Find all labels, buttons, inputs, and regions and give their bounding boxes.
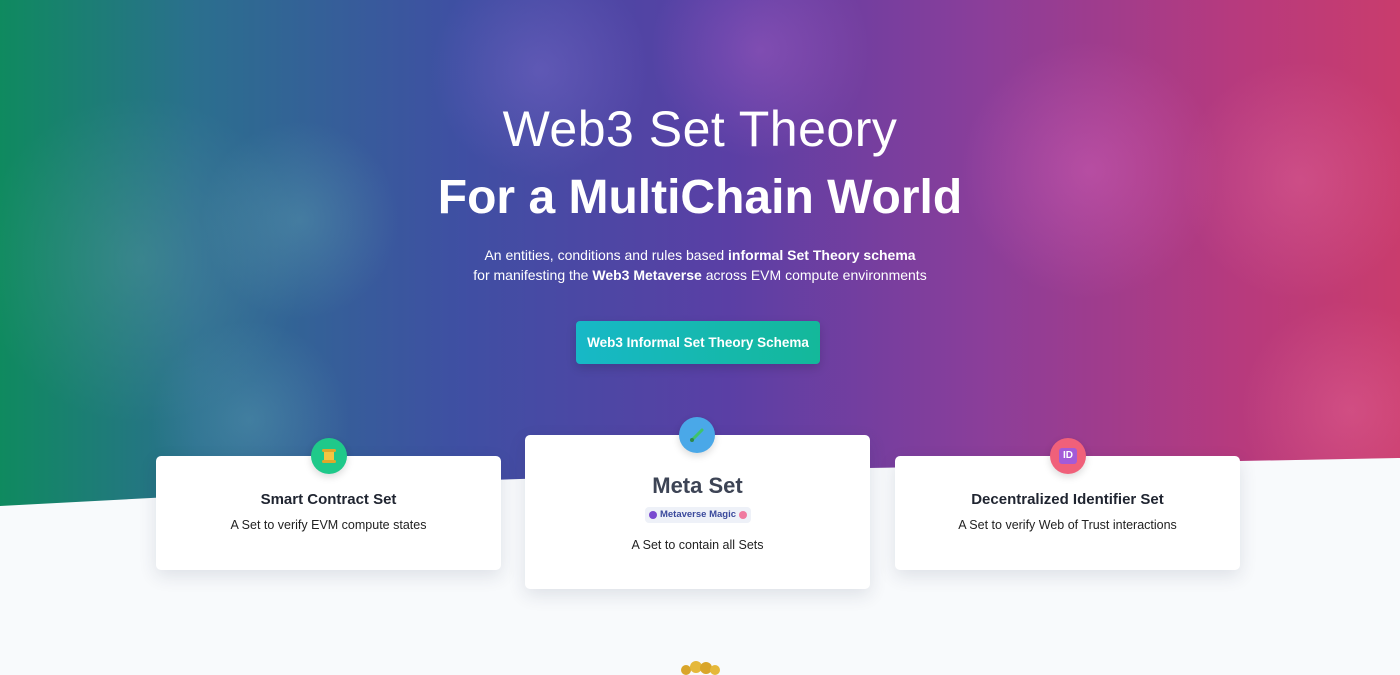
meta-set-card[interactable]: Meta Set Metaverse Magic A Set to contai… — [525, 417, 870, 589]
hero-title: Web3 Set Theory — [502, 101, 898, 157]
schema-button[interactable]: Web3 Informal Set Theory Schema — [576, 321, 820, 364]
crown-logo-icon — [681, 661, 720, 675]
smart-contract-set-card[interactable]: Smart Contract Set A Set to verify EVM c… — [156, 438, 501, 570]
card-description: A Set to verify EVM compute states — [230, 518, 427, 532]
scroll-icon — [311, 438, 347, 474]
brain-icon — [739, 511, 748, 519]
card-description: A Set to verify Web of Trust interaction… — [958, 518, 1177, 532]
badge-label: Metaverse Magic — [659, 509, 737, 520]
decentralized-identifier-set-card[interactable]: ID Decentralized Identifier Set A Set to… — [895, 438, 1240, 570]
hero-description: An entities, conditions and rules based … — [473, 247, 927, 283]
card-title: Smart Contract Set — [260, 491, 397, 508]
crystal-ball-icon — [648, 511, 657, 519]
id-icon: ID — [1050, 438, 1086, 474]
hero-subtitle: For a MultiChain World — [437, 171, 963, 224]
brush-icon — [679, 417, 715, 453]
metaverse-magic-badge: Metaverse Magic — [645, 507, 751, 523]
card-title: Meta Set — [652, 473, 743, 498]
card-description: A Set to contain all Sets — [631, 538, 764, 552]
decorative-swirl — [1240, 300, 1400, 506]
card-title: Decentralized Identifier Set — [971, 491, 1164, 508]
